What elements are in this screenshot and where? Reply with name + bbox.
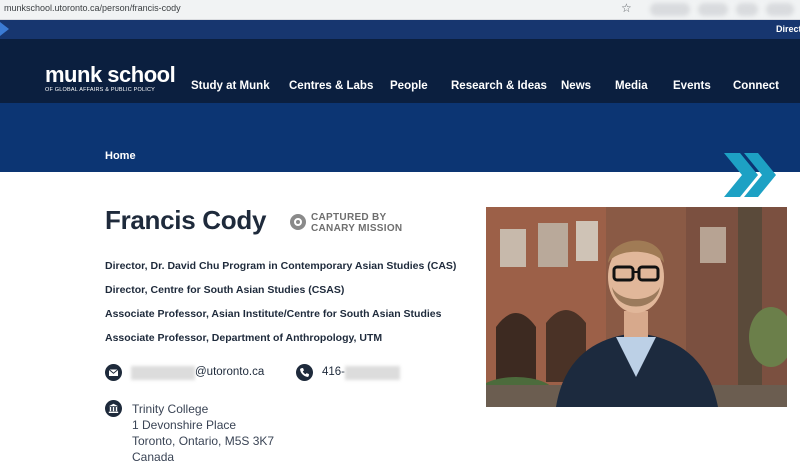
profile-name: Francis Cody (105, 205, 267, 235)
profile-title: Associate Professor, Department of Anthr… (105, 332, 383, 344)
badge-line-1: CAPTURED BY (311, 212, 387, 223)
extension-icon[interactable] (650, 3, 690, 16)
building-icon (105, 400, 122, 417)
address-line: 1 Devonshire Place (132, 418, 237, 432)
address-line: Canada (132, 450, 175, 464)
profile-title: Director, Centre for South Asian Studies… (105, 284, 345, 296)
email-redacted (131, 366, 195, 380)
nav-centres-labs[interactable]: Centres & Labs (289, 80, 373, 92)
logo-subtitle: OF GLOBAL AFFAIRS & PUBLIC POLICY (45, 87, 156, 93)
profile-title: Associate Professor, Asian Institute/Cen… (105, 308, 442, 320)
directory-link[interactable]: Directo (776, 24, 800, 34)
page: munkschool.utoronto.ca/person/francis-co… (0, 0, 800, 476)
nav-news[interactable]: News (561, 80, 591, 92)
profile-title: Director, Dr. David Chu Program in Conte… (105, 260, 457, 272)
munk-school-logo[interactable]: munk school OF GLOBAL AFFAIRS & PUBLIC P… (45, 62, 176, 94)
nav-research-ideas[interactable]: Research & Ideas (451, 80, 547, 92)
profile-photo (486, 207, 787, 407)
decorative-chevrons-icon (724, 153, 776, 197)
utility-bar: Directo (0, 20, 800, 39)
phone-redacted (345, 366, 400, 380)
main-navigation: munk school OF GLOBAL AFFAIRS & PUBLIC P… (0, 39, 800, 103)
mail-icon (105, 364, 122, 381)
logo-brand: munk school (45, 62, 176, 87)
profile-icon[interactable] (736, 3, 758, 16)
phone-icon (296, 364, 313, 381)
address-line: Toronto, Ontario, M5S 3K7 (132, 434, 275, 448)
phone-number[interactable]: 416- (322, 366, 345, 378)
chevron-right-icon (0, 22, 9, 36)
url-text[interactable]: munkschool.utoronto.ca/person/francis-co… (4, 3, 181, 13)
hero-band: Home (0, 103, 800, 172)
star-icon[interactable]: ☆ (621, 1, 632, 15)
nav-connect[interactable]: Connect (733, 80, 779, 92)
nav-people[interactable]: People (390, 80, 428, 92)
email-link[interactable]: @utoronto.ca (195, 366, 264, 378)
canary-mission-logo-icon (290, 214, 306, 230)
browser-address-bar[interactable]: munkschool.utoronto.ca/person/francis-co… (0, 0, 800, 20)
address-line: Trinity College (132, 402, 209, 416)
nav-study-at-munk[interactable]: Study at Munk (191, 80, 270, 92)
badge-line-2: CANARY MISSION (311, 223, 403, 234)
breadcrumb-home[interactable]: Home (105, 150, 136, 162)
nav-media[interactable]: Media (615, 80, 648, 92)
nav-events[interactable]: Events (673, 80, 711, 92)
menu-icon[interactable] (766, 3, 794, 16)
extension-icon[interactable] (698, 3, 728, 16)
